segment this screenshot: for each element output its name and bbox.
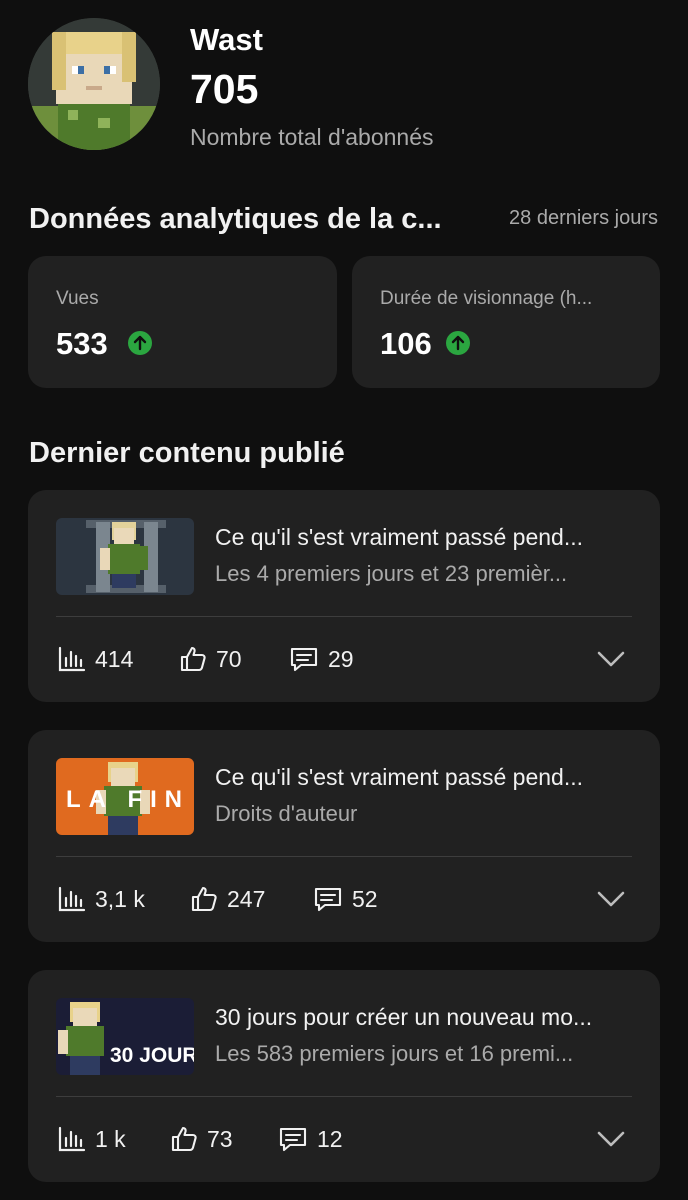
likes-count: 70 bbox=[216, 645, 242, 672]
likes-count: 247 bbox=[227, 885, 266, 912]
video-thumbnail[interactable]: LA FIN bbox=[56, 758, 194, 835]
channel-header: Wast 705 Nombre total d'abonnés bbox=[28, 18, 668, 158]
thumb-text: 30 JOURS bbox=[110, 1044, 194, 1067]
metric-value: 533 bbox=[56, 326, 108, 361]
comment-icon bbox=[314, 887, 342, 912]
subscriber-label: Nombre total d'abonnés bbox=[190, 124, 434, 150]
chevron-down-icon bbox=[597, 1131, 625, 1147]
comment-icon bbox=[290, 647, 318, 672]
video-subtitle: Les 583 premiers jours et 16 premi... bbox=[215, 1041, 574, 1066]
analytics-bars-icon bbox=[58, 646, 86, 672]
chevron-down-icon bbox=[597, 651, 625, 667]
latest-content-title: Dernier contenu publié bbox=[29, 437, 345, 469]
analytics-title[interactable]: Données analytiques de la c... bbox=[29, 203, 442, 236]
comments-stat: 52 bbox=[313, 884, 378, 914]
video-title: 30 jours pour créer un nouveau mo... bbox=[215, 1004, 593, 1030]
subscriber-count: 705 bbox=[190, 66, 259, 112]
views-stat: 1 k bbox=[58, 1124, 126, 1154]
comment-icon bbox=[279, 1127, 307, 1152]
video-title: Ce qu'il s'est vraiment passé pend... bbox=[215, 764, 584, 790]
expand-button[interactable] bbox=[596, 888, 626, 915]
views-count: 3,1 k bbox=[95, 885, 145, 912]
arrow-up-icon bbox=[446, 331, 470, 355]
divider bbox=[56, 1096, 632, 1097]
metric-value: 106 bbox=[380, 326, 432, 361]
arrow-up-icon bbox=[128, 331, 152, 355]
comments-stat: 29 bbox=[289, 644, 354, 674]
thumbs-up-icon bbox=[191, 886, 217, 912]
analytics-bars-icon bbox=[58, 886, 86, 912]
comments-count: 29 bbox=[328, 645, 354, 672]
divider bbox=[56, 616, 632, 617]
thumbs-up-icon bbox=[171, 1126, 197, 1152]
analytics-period: 28 derniers jours bbox=[509, 207, 658, 229]
likes-stat: 70 bbox=[179, 644, 242, 674]
likes-stat: 73 bbox=[170, 1124, 233, 1154]
views-count: 1 k bbox=[95, 1125, 126, 1152]
expand-button[interactable] bbox=[596, 1128, 626, 1155]
comments-stat: 12 bbox=[278, 1124, 343, 1154]
divider bbox=[56, 856, 632, 857]
video-thumbnail[interactable] bbox=[56, 518, 194, 595]
thumbs-up-icon bbox=[180, 646, 206, 672]
video-card[interactable]: 30 JOURS 30 jours pour créer un nouveau … bbox=[28, 970, 660, 1182]
comments-count: 12 bbox=[317, 1125, 343, 1152]
video-thumbnail[interactable]: 30 JOURS bbox=[56, 998, 194, 1075]
views-count: 414 bbox=[95, 645, 134, 672]
channel-name: Wast bbox=[190, 22, 263, 57]
views-stat: 3,1 k bbox=[58, 884, 145, 914]
expand-button[interactable] bbox=[596, 648, 626, 675]
video-card[interactable]: LA FIN Ce qu'il s'est vraiment passé pen… bbox=[28, 730, 660, 942]
video-subtitle: Droits d'auteur bbox=[215, 801, 358, 826]
metric-card-watch-time[interactable]: Durée de visionnage (h... 106 bbox=[352, 256, 660, 388]
video-title: Ce qu'il s'est vraiment passé pend... bbox=[215, 524, 584, 550]
likes-stat: 247 bbox=[190, 884, 265, 914]
comments-count: 52 bbox=[352, 885, 378, 912]
views-stat: 414 bbox=[58, 644, 133, 674]
metric-label: Durée de visionnage (h... bbox=[380, 288, 593, 309]
analytics-bars-icon bbox=[58, 1126, 86, 1152]
chevron-down-icon bbox=[597, 891, 625, 907]
metric-label: Vues bbox=[56, 288, 99, 309]
channel-avatar[interactable] bbox=[28, 18, 160, 150]
video-card[interactable]: Ce qu'il s'est vraiment passé pend... Le… bbox=[28, 490, 660, 702]
likes-count: 73 bbox=[207, 1125, 233, 1152]
metric-card-views[interactable]: Vues 533 bbox=[28, 256, 337, 388]
video-subtitle: Les 4 premiers jours et 23 premièr... bbox=[215, 561, 568, 586]
